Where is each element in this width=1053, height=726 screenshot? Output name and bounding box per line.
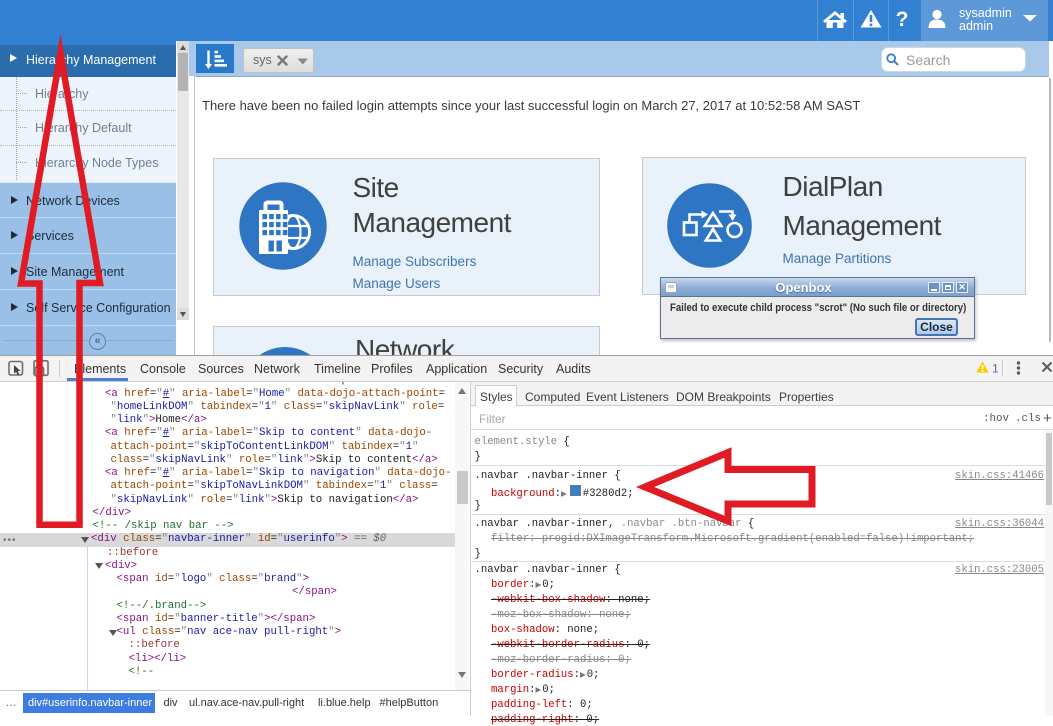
svg-text:1: 1 bbox=[992, 362, 999, 376]
svg-text:?: ? bbox=[896, 8, 909, 31]
